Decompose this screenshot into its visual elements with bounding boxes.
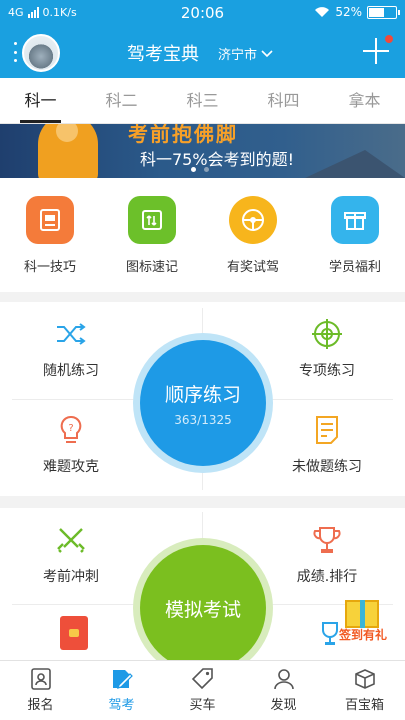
- nav-buy-car[interactable]: 买车: [162, 661, 243, 720]
- app-header: 驾考宝典 济宁市: [0, 26, 405, 78]
- trophy-icon: [309, 522, 345, 558]
- battery-icon: [367, 5, 400, 19]
- red-envelope-icon[interactable]: [60, 616, 88, 650]
- chevron-down-icon: [261, 49, 273, 57]
- banner-subtitle: 科一75%会考到的题!: [140, 150, 294, 169]
- sequential-practice-button[interactable]: 顺序练习 363/1325: [140, 340, 266, 466]
- nav-driving-test[interactable]: 驾考: [81, 661, 162, 720]
- mock-exam-button[interactable]: 模拟考试: [140, 545, 266, 671]
- add-button[interactable]: [363, 38, 389, 64]
- sign-icon: [128, 196, 176, 244]
- pager-dot: [191, 167, 196, 172]
- notes-icon: [309, 412, 345, 448]
- edit-icon: [109, 667, 135, 691]
- quick-link-benefits[interactable]: 学员福利: [315, 196, 395, 275]
- hard-questions-button[interactable]: ? 难题攻克: [16, 412, 126, 476]
- id-card-icon: [28, 667, 54, 691]
- random-practice-button[interactable]: 随机练习: [16, 316, 126, 380]
- ranking-button[interactable]: 成绩.排行: [272, 522, 382, 586]
- check-in-gift-button[interactable]: 签到有礼: [333, 592, 393, 650]
- svg-text:?: ?: [68, 423, 73, 434]
- sprint-button[interactable]: 考前冲刺: [16, 522, 126, 586]
- app-title: 驾考宝典: [127, 44, 199, 65]
- pager-dot: [204, 167, 209, 172]
- tab-subject-2[interactable]: 科二: [81, 78, 162, 123]
- bottom-navigation: 报名 驾考 买车 发现 百宝箱: [0, 660, 405, 720]
- undone-practice-button[interactable]: 未做题练习: [272, 412, 382, 476]
- status-bar: 4G 0.1K/s 20:06 52%: [0, 0, 405, 26]
- person-icon: [271, 667, 297, 691]
- tab-subject-4[interactable]: 科四: [243, 78, 324, 123]
- tag-icon: [190, 667, 216, 691]
- wifi-icon: [315, 7, 330, 17]
- target-icon: [309, 316, 345, 352]
- gift-icon: [331, 196, 379, 244]
- city-selector[interactable]: 济宁市: [218, 44, 273, 63]
- nav-register[interactable]: 报名: [0, 661, 81, 720]
- nav-discover[interactable]: 发现: [243, 661, 324, 720]
- subject-tabs: 科一 科二 科三 科四 拿本: [0, 78, 405, 124]
- check-in-gift-label: 签到有礼: [338, 628, 387, 642]
- tab-subject-3[interactable]: 科三: [162, 78, 243, 123]
- tab-subject-1[interactable]: 科一: [0, 78, 81, 123]
- quick-link-signs[interactable]: 图标速记: [112, 196, 192, 275]
- document-icon: [26, 196, 74, 244]
- mock-exam-label: 模拟考试: [164, 598, 241, 621]
- avatar[interactable]: [22, 34, 60, 72]
- banner-pager: [191, 167, 209, 172]
- menu-dots-icon[interactable]: [14, 42, 18, 62]
- steering-icon: [229, 196, 277, 244]
- swords-icon: [53, 522, 89, 558]
- practice-progress: 363/1325: [174, 412, 232, 427]
- box-icon: [352, 667, 378, 691]
- nav-toolbox[interactable]: 百宝箱: [324, 661, 405, 720]
- special-practice-button[interactable]: 专项练习: [272, 316, 382, 380]
- quick-link-tips[interactable]: 科一技巧: [10, 196, 90, 275]
- shuffle-icon: [53, 316, 89, 352]
- sequential-practice-label: 顺序练习: [164, 383, 241, 406]
- battery-level: 52%: [335, 5, 362, 19]
- quick-link-test-drive[interactable]: 有奖试驾: [213, 196, 293, 275]
- promo-banner[interactable]: 考前抱佛脚 科一75%会考到的题!: [0, 124, 405, 178]
- tab-license[interactable]: 拿本: [324, 78, 405, 123]
- banner-headline: 考前抱佛脚: [128, 124, 238, 146]
- quick-links: 科一技巧 图标速记 有奖试驾 学员福利: [0, 178, 405, 292]
- bulb-icon: ?: [53, 412, 89, 448]
- notification-dot: [385, 35, 393, 43]
- city-label: 济宁市: [218, 48, 258, 63]
